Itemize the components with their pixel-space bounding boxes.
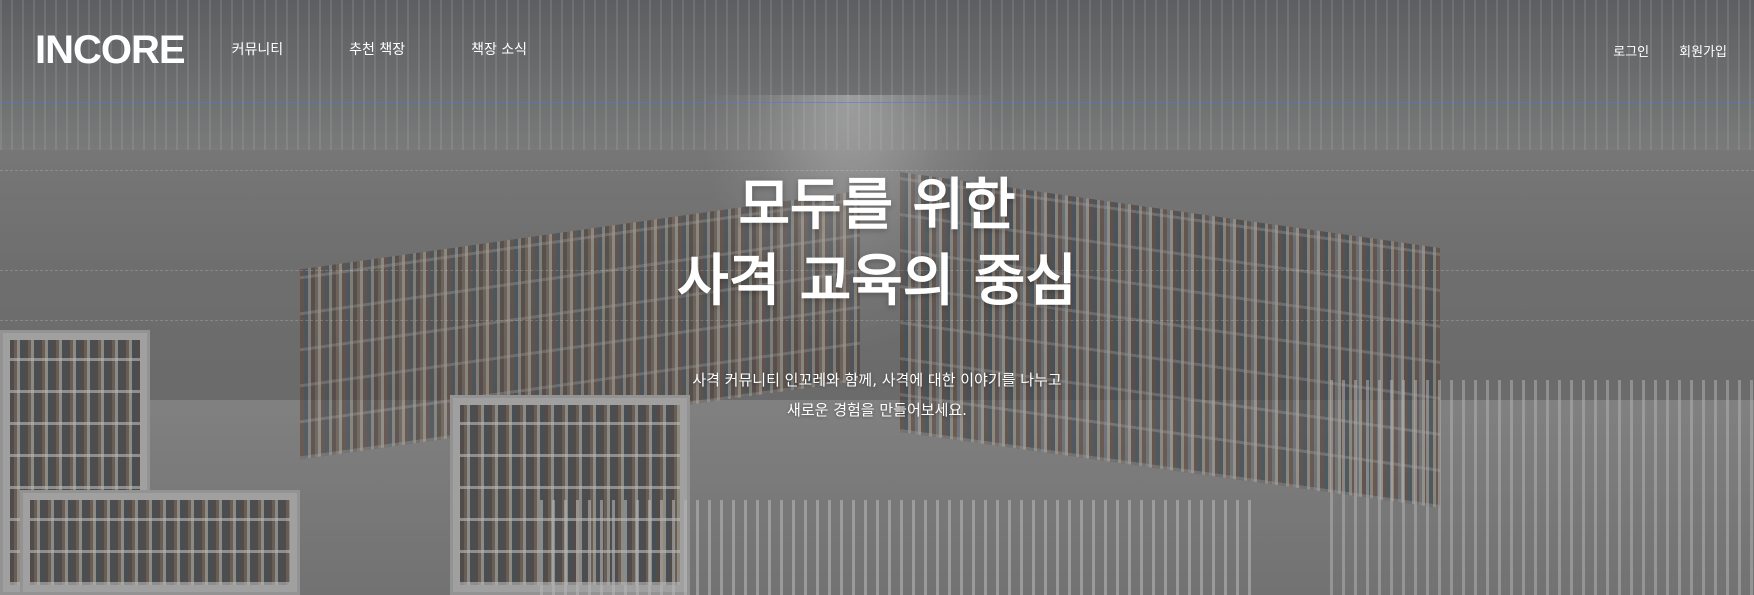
hero-headline: 모두를 위한 사격 교육의 중심 bbox=[677, 168, 1077, 320]
hero-subtitle-line-2: 새로운 경험을 만들어보세요. bbox=[787, 401, 967, 419]
menu-item-community[interactable]: 커뮤니티 bbox=[232, 43, 284, 57]
hero-subtitle-line-1: 사격 커뮤니티 인꼬레와 함께, 사격에 대한 이야기를 나누고 bbox=[692, 371, 1062, 389]
signup-link[interactable]: 회원가입 bbox=[1679, 41, 1727, 60]
hero-section: INCORE 커뮤니티 추천 책장 책장 소식 로그인 회원가입 모두를 위한 … bbox=[0, 0, 1754, 595]
hero-headline-line-2: 사격 교육의 중심 bbox=[677, 249, 1077, 314]
hero-text-block: 모두를 위한 사격 교육의 중심 사격 커뮤니티 인꼬레와 함께, 사격에 대한… bbox=[0, 168, 1754, 425]
menu-item-recommended-shelf[interactable]: 추천 책장 bbox=[349, 43, 405, 57]
menu-item-shelf-news[interactable]: 책장 소식 bbox=[471, 43, 527, 57]
hero-subtitle: 사격 커뮤니티 인꼬레와 함께, 사격에 대한 이야기를 나누고 새로운 경험을… bbox=[692, 365, 1061, 425]
nav-left-group: INCORE 커뮤니티 추천 책장 책장 소식 bbox=[35, 30, 593, 70]
top-navigation: INCORE 커뮤니티 추천 책장 책장 소식 로그인 회원가입 bbox=[0, 0, 1754, 100]
main-menu: 커뮤니티 추천 책장 책장 소식 bbox=[232, 43, 594, 57]
login-link[interactable]: 로그인 bbox=[1613, 41, 1649, 60]
hero-headline-line-1: 모두를 위한 bbox=[738, 173, 1016, 238]
logo[interactable]: INCORE bbox=[35, 30, 186, 70]
auth-links: 로그인 회원가입 bbox=[1613, 41, 1727, 60]
